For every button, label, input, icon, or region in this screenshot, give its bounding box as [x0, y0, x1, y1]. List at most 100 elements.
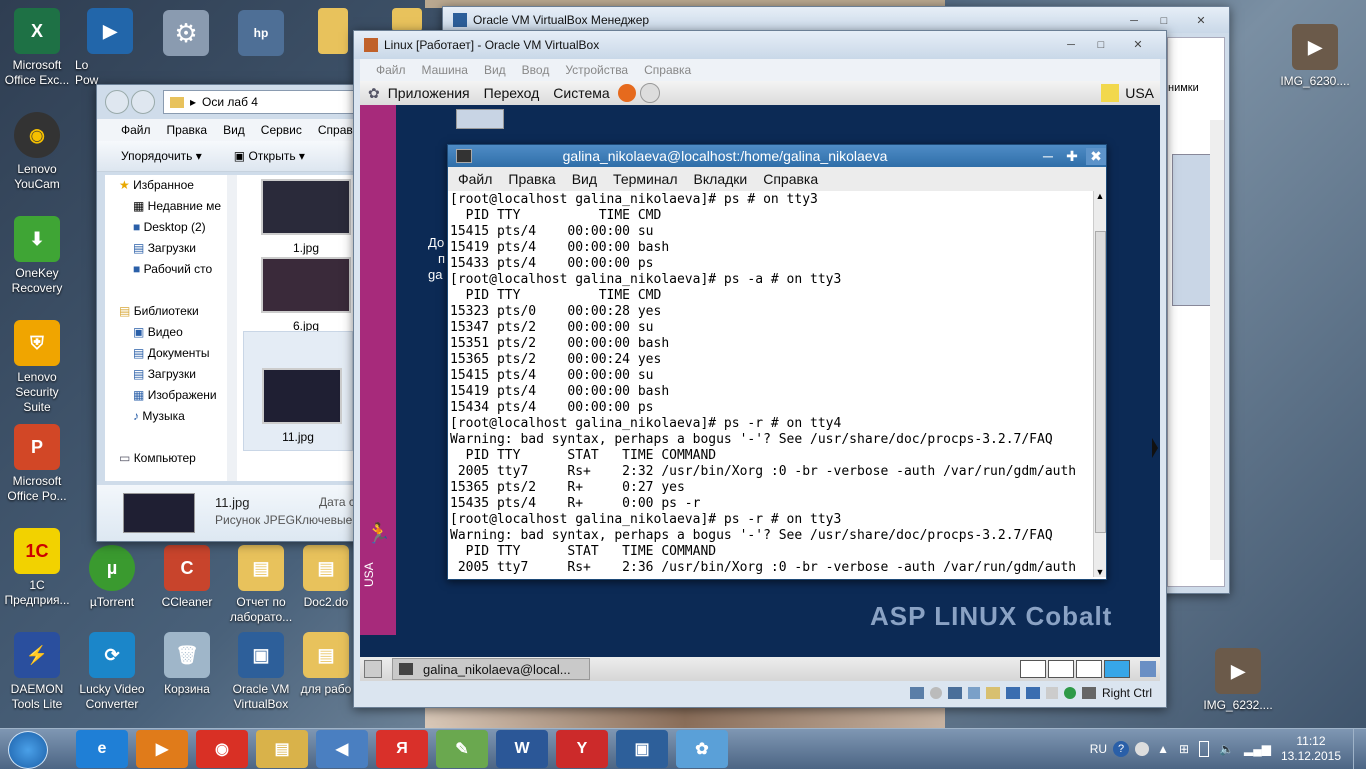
applications-menu[interactable]: Приложения	[388, 85, 470, 101]
desktop-icon[interactable]: ▤ Doc2.do	[298, 545, 354, 610]
show-hidden-icons-icon[interactable]: ▲	[1157, 742, 1169, 756]
nav-libraries[interactable]: ▤ Библиотеки	[119, 301, 243, 322]
trash-icon[interactable]	[1140, 661, 1156, 677]
file-item[interactable]: 6.jpg	[261, 257, 351, 333]
maximize-button[interactable]: □	[1151, 13, 1177, 29]
term-menu-file[interactable]: Файл	[450, 171, 500, 187]
settings-icon[interactable]: ⚙	[163, 10, 209, 56]
terminal-scrollbar[interactable]: ▲ ▼	[1093, 191, 1106, 577]
file-item[interactable]: 11.jpg	[243, 331, 353, 451]
task-button[interactable]: galina_nikolaeva@local...	[392, 658, 590, 680]
desktop-icon[interactable]: ⚡ DAEMON Tools Lite	[0, 632, 74, 712]
run-icon[interactable]: 🏃	[366, 521, 391, 546]
hp-icon[interactable]: hp	[238, 10, 284, 56]
nav-item[interactable]: ▤ Загрузки	[119, 364, 243, 385]
paint-icon[interactable]: ✎	[436, 730, 488, 768]
maximize-button[interactable]: □	[1088, 37, 1114, 53]
menu-view[interactable]: Вид	[215, 123, 253, 137]
term-menu-terminal[interactable]: Терминал	[605, 171, 685, 187]
nav-item[interactable]: ▣ Видео	[119, 322, 243, 343]
system-menu[interactable]: Система	[553, 85, 609, 101]
battery-icon[interactable]	[1199, 741, 1210, 757]
menu-edit[interactable]: Правка	[159, 123, 216, 137]
vm-menu-view[interactable]: Вид	[476, 63, 514, 77]
address-bar[interactable]: ▸ Оси лаб 4	[163, 90, 359, 114]
desktop-icon[interactable]: ▤ Отчет по лаборато...	[224, 545, 298, 625]
close-button[interactable]: ✕	[1181, 13, 1221, 29]
close-button[interactable]: ✕	[1118, 37, 1158, 53]
network-icon[interactable]	[947, 687, 962, 699]
desktop-icon[interactable]: ◉ Lenovo YouCam	[0, 112, 74, 192]
media-player-icon[interactable]: ▶	[136, 730, 188, 768]
vm-menu-file[interactable]: Файл	[368, 63, 414, 77]
vm-menu-machine[interactable]: Машина	[414, 63, 476, 77]
open-button[interactable]: ▣ Открыть ▾	[234, 149, 305, 163]
organize-button[interactable]: Упорядочить ▾	[121, 149, 202, 163]
vm-titlebar[interactable]: Linux [Работает] - Oracle VM VirtualBox	[354, 31, 1166, 59]
sound-app-icon[interactable]: ◀	[316, 730, 368, 768]
help-icon[interactable]: ?	[1113, 741, 1130, 757]
show-desktop-button[interactable]	[1353, 729, 1366, 769]
mail-icon[interactable]	[639, 83, 660, 103]
start-button[interactable]	[8, 731, 48, 769]
desktop-icon[interactable]: µ µTorrent	[75, 545, 149, 610]
explorer-icon[interactable]: ▤	[256, 730, 308, 768]
shared-folder-icon[interactable]	[985, 687, 1000, 699]
desktop-computer-icon[interactable]	[456, 109, 504, 129]
desktop-icon[interactable]: ⟳ Lucky Video Converter	[75, 632, 149, 712]
menu-service[interactable]: Сервис	[253, 123, 310, 137]
nav-item[interactable]: ▦ Изображени	[119, 385, 243, 406]
desktop-icon[interactable]: ▶ Lo Pow	[75, 8, 133, 88]
nav-favorites[interactable]: ★ Избранное	[119, 175, 243, 196]
nav-item[interactable]: ▦ Недавние ме	[119, 196, 243, 217]
nav-item[interactable]: ▤ Загрузки	[119, 238, 243, 259]
terminal-titlebar[interactable]: galina_nikolaeva@localhost:/home/galina_…	[448, 145, 1106, 167]
nav-item[interactable]: ■ Рабочий сто	[119, 259, 243, 280]
term-menu-help[interactable]: Справка	[755, 171, 826, 187]
keyboard-capture-icon[interactable]	[1081, 687, 1096, 699]
desktop-icon[interactable]: ⬇ OneKey Recovery	[0, 216, 74, 296]
scrollbar[interactable]	[1210, 120, 1224, 560]
keyboard-layout[interactable]: USA	[1125, 85, 1154, 101]
mouse-integration-icon[interactable]	[1063, 687, 1076, 699]
clock[interactable]: 11:12 13.12.2015	[1281, 734, 1341, 764]
desktop-icon[interactable]: ⛨ Lenovo Security Suite	[0, 320, 74, 415]
volume-icon[interactable]: 🔈	[1219, 742, 1234, 756]
capture-icon[interactable]	[1025, 687, 1040, 699]
show-desktop-icon[interactable]	[364, 660, 382, 678]
term-menu-edit[interactable]: Правка	[500, 171, 563, 187]
maximize-button[interactable]: ✚	[1062, 148, 1082, 165]
desktop-icon[interactable]: ▶ IMG_6232....	[1198, 648, 1278, 713]
desktop-icon[interactable]: 1С 1С Предприя...	[0, 528, 74, 608]
forward-button[interactable]	[131, 90, 155, 114]
usb-icon[interactable]	[967, 687, 980, 699]
desktop-icon[interactable]: X Microsoft Office Exc...	[0, 8, 74, 88]
minimize-button[interactable]: ─	[1121, 13, 1147, 29]
desktop-icon[interactable]: P Microsoft Office Po...	[0, 424, 74, 504]
windows-flag-icon[interactable]: ⊞	[1179, 742, 1189, 756]
recording-icon[interactable]	[1045, 687, 1058, 699]
places-menu[interactable]: Переход	[484, 85, 540, 101]
ie-icon[interactable]: e	[76, 730, 128, 768]
language-indicator[interactable]: RU	[1090, 742, 1107, 756]
scroll-down-arrow[interactable]: ▼	[1094, 567, 1106, 577]
nav-scrollbar[interactable]	[227, 175, 237, 481]
notes-icon[interactable]	[1101, 84, 1120, 102]
word-icon[interactable]: W	[496, 730, 548, 768]
nav-item[interactable]: ♪ Музыка	[119, 406, 243, 427]
gnome-foot-icon[interactable]: ✿	[368, 85, 380, 102]
signal-icon[interactable]: ▂▄▆	[1244, 742, 1271, 756]
paint-palette-icon[interactable]: ✿	[676, 730, 728, 768]
harddisk-icon[interactable]	[909, 687, 924, 699]
term-menu-tabs[interactable]: Вкладки	[686, 171, 756, 187]
yandex-browser-icon[interactable]: Y	[556, 730, 608, 768]
minimize-button[interactable]: ─	[1058, 37, 1084, 53]
nav-item[interactable]: ▤ Документы	[119, 343, 243, 364]
nav-item[interactable]: ■ Desktop (2)	[119, 217, 243, 238]
minimize-button[interactable]: ─	[1038, 148, 1058, 164]
yandex-icon[interactable]: Я	[376, 730, 428, 768]
vm-menu-help[interactable]: Справка	[636, 63, 699, 77]
terminal-output[interactable]: [root@localhost galina_nikolaeva]# ps # …	[450, 192, 1092, 576]
scroll-up-arrow[interactable]: ▲	[1094, 191, 1106, 201]
desktop-icon[interactable]: 🗑 Корзина	[150, 632, 224, 697]
